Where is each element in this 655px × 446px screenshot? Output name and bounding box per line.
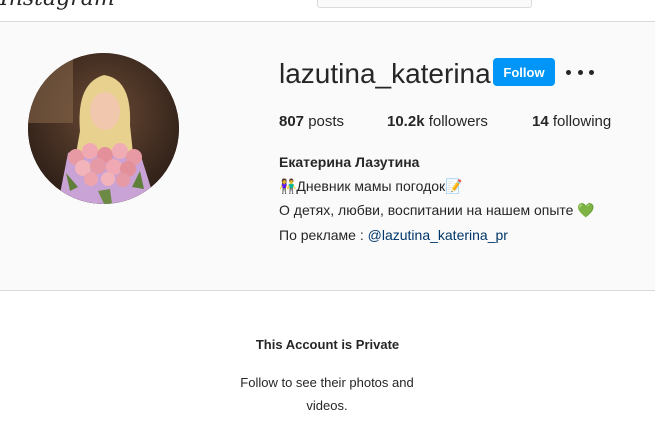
profile-full-name: Екатерина Лазутина (279, 154, 420, 170)
bio-line: О детях, любви, воспитании на нашем опыт… (279, 202, 595, 218)
profile-username: lazutina_katerina (279, 58, 491, 89)
follow-button[interactable]: Follow (493, 58, 555, 86)
bio-mention-link[interactable]: @lazutina_katerina_pr (368, 227, 508, 243)
posts-stat: 807 posts (279, 113, 344, 130)
dot (589, 69, 594, 75)
more-options-icon[interactable] (566, 62, 594, 82)
following-stat[interactable]: 14 following (532, 113, 611, 130)
followers-count: 10.2k (387, 113, 425, 130)
search-input[interactable] (317, 0, 532, 8)
followers-label: followers (428, 113, 488, 130)
top-navigation-bar: Instagram (0, 0, 655, 22)
dot (566, 69, 571, 75)
instagram-logo[interactable]: Instagram (0, 0, 115, 11)
bio-line: 👫Дневник мамы погодок📝 (279, 178, 463, 194)
private-account-notice: This Account is Private Follow to see th… (0, 291, 655, 446)
private-subtitle: Follow to see their photos and videos. (240, 375, 414, 413)
private-title: This Account is Private (255, 337, 400, 352)
bio-text: По рекламе : (279, 227, 368, 243)
posts-count: 807 (279, 113, 305, 130)
following-count: 14 (532, 113, 549, 130)
following-label: following (552, 113, 612, 130)
posts-label: posts (308, 113, 345, 130)
dot (577, 69, 583, 75)
avatar-photo (28, 53, 179, 204)
avatar[interactable] (28, 53, 179, 204)
followers-stat[interactable]: 10.2k followers (387, 113, 488, 130)
bio-line: По рекламе : @lazutina_katerina_pr (279, 227, 508, 243)
